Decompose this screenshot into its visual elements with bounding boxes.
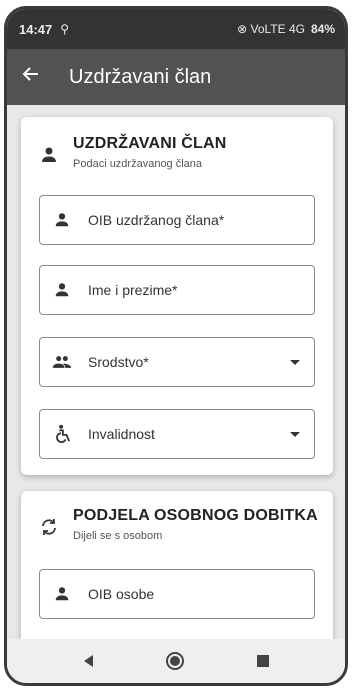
nav-back-icon[interactable] xyxy=(83,655,93,667)
dependent-member-card: UZDRŽAVANI ČLAN Podaci uzdržavanog člana… xyxy=(21,117,333,475)
status-time: 14:47 xyxy=(19,21,53,37)
person-icon xyxy=(52,584,72,604)
accessibility-icon xyxy=(52,424,72,444)
chevron-down-icon xyxy=(290,359,300,365)
relationship-select[interactable]: Srodstvo* xyxy=(39,337,315,387)
field-label: OIB uzdržanog člana* xyxy=(88,212,225,228)
card-subtitle: Dijeli se s osobom xyxy=(73,530,163,542)
chevron-down-icon xyxy=(290,431,300,437)
oib-person-field[interactable]: OIB osobe xyxy=(39,569,315,619)
field-label: OIB osobe xyxy=(88,586,155,602)
card-subtitle: Podaci uzdržavanog člana xyxy=(73,158,203,170)
battery-level: 84% xyxy=(310,22,335,36)
main-content[interactable]: UZDRŽAVANI ČLAN Podaci uzdržavanog člana… xyxy=(7,105,345,645)
nav-home-icon[interactable] xyxy=(165,652,184,670)
field-label: Invalidnost xyxy=(88,426,155,442)
nav-recent-apps-icon[interactable] xyxy=(256,655,269,667)
status-bar: 14:47 ⚲ ⊗ VoLTE 4G 84% xyxy=(7,9,345,49)
card-header: UZDRŽAVANI ČLAN Podaci uzdržavanog člana xyxy=(39,135,227,170)
person-icon xyxy=(39,145,61,167)
oib-dependent-field[interactable]: OIB uzdržanog člana* xyxy=(39,195,315,245)
status-network-icons: ⊗ VoLTE 4G xyxy=(237,22,305,36)
app-bar: Uzdržavani član xyxy=(7,49,345,105)
status-right: ⊗ VoLTE 4G 84% xyxy=(237,22,335,36)
back-arrow-icon[interactable] xyxy=(21,64,53,90)
income-split-card: PODJELA OSOBNOG DOBITKA Dijeli se s osob… xyxy=(21,491,333,645)
field-label: Srodstvo* xyxy=(88,354,149,370)
phone-frame: 14:47 ⚲ ⊗ VoLTE 4G 84% Uzdržavani član U… xyxy=(4,6,348,686)
people-icon xyxy=(52,352,72,372)
field-label: Ime i prezime* xyxy=(88,282,178,298)
status-left-icons: ⚲ xyxy=(60,22,70,36)
system-nav-bar xyxy=(7,639,345,683)
person-icon xyxy=(52,210,72,230)
card-title: UZDRŽAVANI ČLAN xyxy=(73,135,227,152)
card-title: PODJELA OSOBNOG DOBITKA xyxy=(73,507,318,524)
card-header: PODJELA OSOBNOG DOBITKA Dijeli se s osob… xyxy=(39,507,318,542)
person-icon xyxy=(52,280,72,300)
page-title: Uzdržavani član xyxy=(69,65,212,88)
disability-select[interactable]: Invalidnost xyxy=(39,409,315,459)
share-arrows-icon xyxy=(39,517,61,539)
full-name-field[interactable]: Ime i prezime* xyxy=(39,265,315,315)
